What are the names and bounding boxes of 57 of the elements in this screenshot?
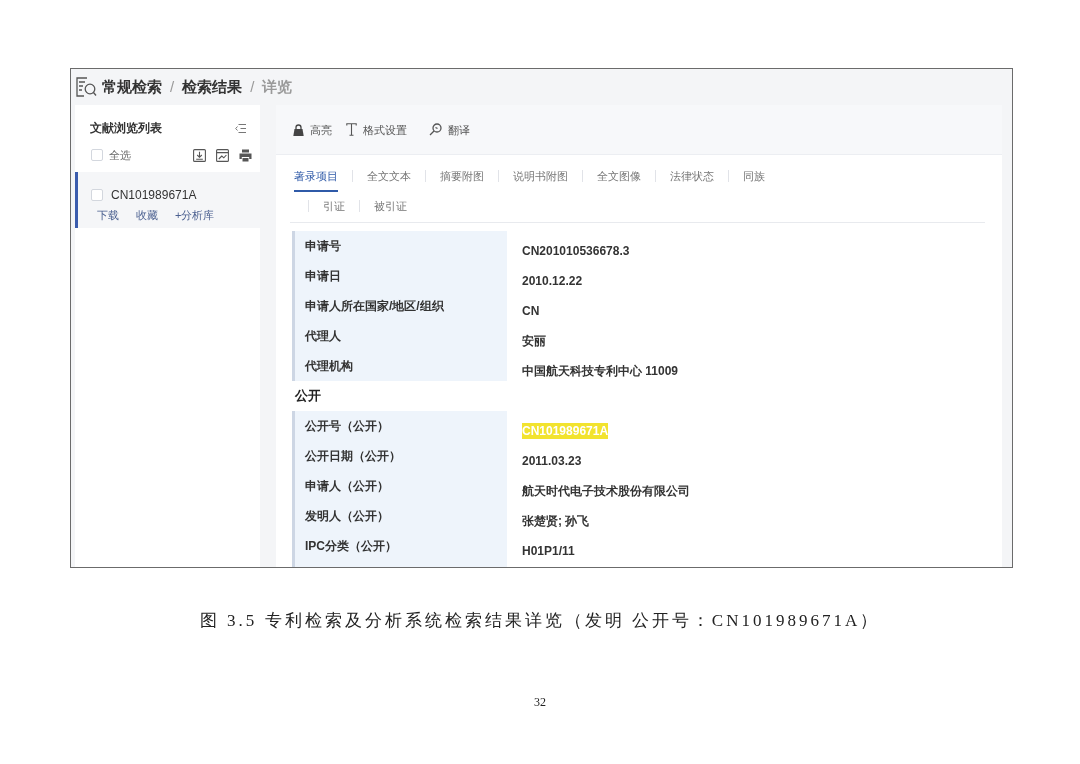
field-label: 公开号（公开）: [292, 411, 507, 441]
toolbar-button[interactable]: 翻译: [429, 121, 470, 138]
tab[interactable]: 同族: [743, 168, 765, 192]
page-number: 32: [534, 694, 546, 710]
tab[interactable]: 著录项目: [294, 168, 338, 192]
field-label: 代理人: [292, 321, 507, 351]
field-label: 申请人（公开）: [292, 471, 507, 501]
breadcrumb-separator: /: [250, 77, 255, 97]
toolbar-button[interactable]: 高亮: [293, 121, 332, 138]
field-label: 申请号: [292, 231, 507, 261]
field-value: 安丽: [522, 333, 546, 349]
section-title: 公开: [295, 387, 321, 405]
document-list-item[interactable]: CN101989671A 下载 收藏 +分析库: [75, 172, 260, 228]
field-value: 2011.03.23: [522, 453, 582, 469]
download-icon[interactable]: [193, 148, 206, 162]
magnifier-icon: [429, 123, 442, 136]
field-value: CN101989671A: [522, 423, 609, 439]
tab[interactable]: 被引证: [374, 198, 407, 222]
toolbar-button[interactable]: 格式设置: [346, 121, 407, 138]
field-value: CN201010536678.3: [522, 243, 630, 259]
field-label: 发明人（公开）: [292, 501, 507, 531]
tab[interactable]: 全文图像: [597, 168, 641, 192]
breadcrumb-separator: /: [170, 77, 175, 97]
text-format-icon: [346, 123, 357, 136]
action-link[interactable]: 收藏: [136, 207, 158, 223]
list-collapse-icon[interactable]: [235, 123, 246, 133]
chart-icon[interactable]: [216, 148, 229, 162]
breadcrumb-link[interactable]: 检索结果: [182, 77, 243, 97]
print-icon[interactable]: [239, 148, 252, 162]
list-title: 文献浏览列表: [90, 120, 162, 136]
field-value: 2010.12.22: [522, 273, 583, 289]
select-all-label[interactable]: 全选: [109, 147, 131, 163]
field-label: 申请日: [292, 261, 507, 291]
breadcrumb-current: 详览: [262, 77, 293, 97]
breadcrumb-link[interactable]: 常规检索: [102, 77, 162, 97]
action-link[interactable]: 下载: [97, 207, 119, 223]
tab[interactable]: 全文文本: [367, 168, 411, 192]
tab[interactable]: 引证: [323, 198, 345, 222]
field-value: 航天时代电子技术股份有限公司: [522, 483, 690, 499]
document-search-icon: [75, 77, 97, 97]
field-value: 张楚贤; 孙飞: [522, 513, 590, 529]
field-label: 公开日期（公开）: [292, 441, 507, 471]
lock-icon: [293, 123, 304, 136]
field-value: 中国航天科技专利中心 11009: [522, 363, 679, 379]
action-link[interactable]: +分析库: [175, 207, 215, 223]
checkbox[interactable]: [91, 189, 103, 201]
figure-caption: 图 3.5 专利检索及分析系统检索结果详览（发明 公开号：CN101989671A）: [199, 610, 881, 632]
field-value: CN: [522, 303, 540, 319]
field-label: 申请人所在国家/地区/组织: [292, 291, 507, 321]
field-label: IPC分类（公开）: [292, 531, 507, 567]
tab[interactable]: 法律状态: [670, 168, 714, 192]
tab[interactable]: 摘要附图: [440, 168, 484, 192]
tab[interactable]: 说明书附图: [513, 168, 568, 192]
document-number[interactable]: CN101989671A: [111, 187, 197, 203]
field-value: H01P1/11: [522, 543, 575, 559]
field-label: 代理机构: [292, 351, 507, 381]
checkbox[interactable]: [91, 149, 103, 161]
